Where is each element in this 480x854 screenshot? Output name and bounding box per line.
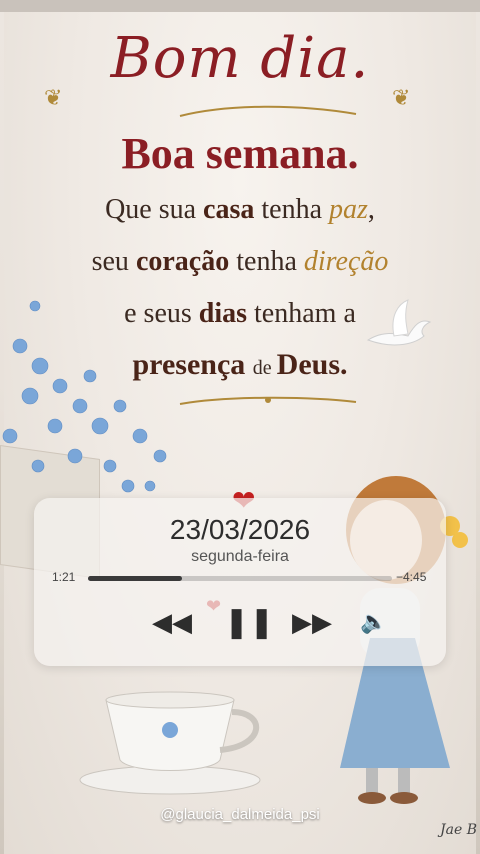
- artist-signature: Jae B: [440, 822, 477, 838]
- fast-forward-button[interactable]: ▶▶: [292, 608, 332, 638]
- greeting-title: Bom dia.: [110, 26, 370, 91]
- progress-fill: [88, 576, 183, 581]
- message-line-2: seu coração tenha direção: [91, 246, 389, 277]
- blue-flowers-icon: [2, 300, 167, 493]
- elapsed-time: 1:21: [52, 570, 76, 584]
- week-wish: Boa semana.: [121, 129, 359, 178]
- message-line-1: Que sua casa tenha paz,: [105, 194, 375, 225]
- pause-button[interactable]: ❚❚: [224, 608, 274, 638]
- remaining-time: −4:45: [396, 570, 427, 584]
- dove-icon: [366, 299, 432, 346]
- player-date: 23/03/2026: [169, 514, 311, 545]
- underline-swash: [179, 105, 357, 117]
- fast-forward-icon: ▶▶: [292, 608, 332, 638]
- player-weekday: segunda-feira: [191, 548, 289, 565]
- rewind-icon: ◀◀: [152, 608, 192, 638]
- teacup-illustration: [79, 691, 261, 795]
- progress-scrubber[interactable]: [88, 576, 392, 581]
- watermark: @glaucia_dalmeida_psi: [160, 806, 320, 823]
- speaker-bluetooth-icon: 🔈: [360, 610, 388, 635]
- pause-icon: ❚❚: [224, 605, 275, 640]
- rewind-button[interactable]: ◀◀: [152, 608, 192, 638]
- top-band: [0, 0, 480, 12]
- bottom-ornament-icon: [179, 396, 357, 405]
- media-player-panel: 23/03/2026 segunda-feira 1:21 −4:45 ◀◀ ❚…: [34, 498, 446, 666]
- audio-output-button[interactable]: 🔈: [360, 608, 387, 638]
